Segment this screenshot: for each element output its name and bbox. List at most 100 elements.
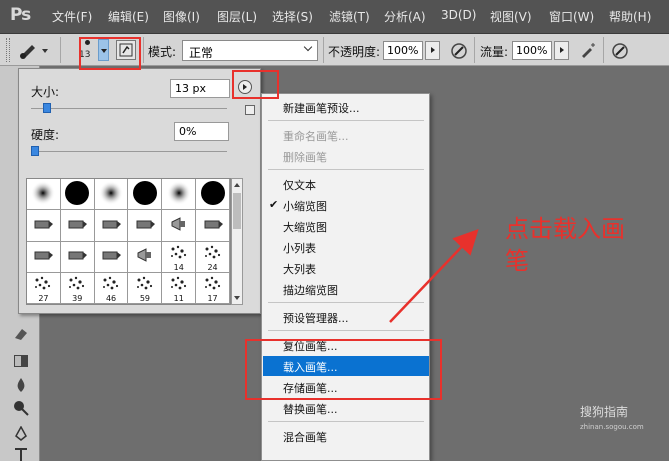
menu-item-6[interactable]: ✔ 小缩览图 [263, 195, 429, 215]
menu-item-label: 仅文本 [283, 179, 316, 192]
menu-item[interactable]: 视图(V) [490, 8, 532, 25]
menu-item-0[interactable]: 新建画笔预设... [263, 97, 429, 117]
menu-item[interactable]: 文件(F) [52, 8, 92, 25]
blur-tool-icon[interactable] [13, 377, 29, 393]
brush-size-label: 14 [173, 262, 184, 272]
airbrush-button[interactable] [577, 40, 599, 62]
flow-input[interactable]: 100% [512, 41, 552, 60]
pressure-size-button[interactable] [609, 40, 631, 62]
brush-thumbnail[interactable] [27, 241, 61, 273]
menu-item-5[interactable]: 仅文本 [263, 174, 429, 194]
pen-tool-icon[interactable] [13, 426, 29, 442]
menu-item[interactable]: 图像(I) [163, 8, 200, 25]
brush-size-label: 17 [207, 294, 218, 303]
highlight-load-brushes [245, 339, 442, 400]
separator [323, 37, 324, 63]
brush-thumbnail[interactable]: 14 [162, 241, 197, 273]
opacity-slider-button[interactable] [425, 41, 440, 60]
brush-thumbnail[interactable]: 39 [60, 272, 95, 304]
brush-thumbnail[interactable] [94, 210, 129, 242]
brush-thumbnail[interactable] [27, 210, 61, 242]
highlight-brush-picker [79, 37, 141, 70]
brush-thumbnail[interactable] [196, 179, 230, 211]
brush-size-label: 46 [105, 294, 117, 303]
menu-item-7[interactable]: 大缩览图 [263, 216, 429, 236]
menu-item[interactable]: 分析(A) [384, 8, 426, 25]
airbrush-icon [582, 43, 595, 58]
watermark: 搜狗指南 [580, 405, 629, 419]
tool-preset-picker[interactable] [18, 40, 52, 60]
type-tool-icon[interactable] [13, 447, 29, 461]
size-slider-knob[interactable] [42, 103, 51, 113]
brush-size-label: 59 [139, 294, 150, 303]
brush-thumbnail-grid: 14 24 27 39 46 59 11 17 [26, 178, 231, 305]
brush-thumbnail[interactable] [60, 179, 95, 211]
scroll-thumb[interactable] [233, 193, 241, 229]
brush-thumbnail[interactable]: 27 [27, 272, 61, 304]
brush-thumbnail[interactable] [196, 210, 230, 242]
menu-item[interactable]: 图层(L) [217, 8, 257, 25]
gradient-tool-icon[interactable] [13, 353, 29, 369]
opacity-input[interactable]: 100% [383, 41, 423, 60]
menu-item[interactable]: 选择(S) [272, 8, 313, 25]
eraser-tool-icon[interactable] [13, 326, 29, 342]
menu-item-label: 描边缩览图 [283, 284, 338, 297]
menu-item[interactable]: 编辑(E) [108, 8, 149, 25]
menu-separator [268, 120, 424, 121]
brush-thumbnail[interactable] [128, 210, 163, 242]
menu-item[interactable]: 窗口(W) [549, 8, 594, 25]
menu-item[interactable]: 滤镜(T) [329, 8, 370, 25]
hardness-slider-track[interactable] [31, 151, 227, 152]
separator [603, 37, 604, 63]
brush-size-label: 24 [207, 262, 218, 272]
brush-thumbnail[interactable] [60, 241, 95, 273]
pressure-opacity-button[interactable] [448, 40, 470, 62]
hardness-input[interactable]: 0% [174, 122, 229, 141]
brush-thumbnail[interactable] [162, 210, 197, 242]
menu-separator [268, 302, 424, 303]
brush-thumbnail[interactable] [128, 179, 163, 211]
scroll-down-arrow-icon[interactable] [234, 296, 240, 300]
menu-item-label: 小列表 [283, 242, 316, 255]
menu-item[interactable]: 3D(D) [441, 8, 476, 22]
brush-thumbnail[interactable] [94, 179, 129, 211]
size-slider-track[interactable] [31, 108, 227, 109]
flow-slider-button[interactable] [554, 41, 569, 60]
brush-thumbnail[interactable] [162, 179, 197, 211]
brush-thumbnail[interactable]: 59 [128, 272, 163, 304]
menu-item-19[interactable]: 混合画笔 [263, 426, 429, 446]
brush-thumbnail[interactable] [27, 179, 61, 211]
scroll-up-arrow-icon[interactable] [234, 183, 240, 187]
menu-item-10[interactable]: 描边缩览图 [263, 279, 429, 299]
brush-thumbnail[interactable]: 46 [94, 272, 129, 304]
brush-thumbnail[interactable]: 24 [196, 241, 230, 273]
brush-thumbnail[interactable] [94, 241, 129, 273]
mode-label: 模式: [148, 45, 177, 59]
menu-item[interactable]: 帮助(H) [609, 8, 651, 25]
menu-item-12[interactable]: 预设管理器... [263, 307, 429, 327]
brush-thumbnail[interactable]: 17 [196, 272, 230, 304]
options-grip[interactable] [6, 38, 10, 62]
annotation-line2: 笔 [505, 247, 529, 275]
menu-item-3: 删除画笔 [263, 146, 429, 166]
new-preset-icon[interactable] [245, 105, 255, 115]
brush-preset-panel: 大小: 13 px 硬度: 0% 14 24 27 39 46 59 11 17 [18, 68, 261, 314]
watermark-url: zhinan.sogou.com [580, 423, 644, 431]
brush-thumbnail[interactable] [128, 241, 163, 273]
chevron-down-icon [303, 42, 313, 52]
pen-pressure-icon [451, 43, 467, 59]
mode-value: 正常 [189, 46, 214, 60]
brush-thumbnail[interactable] [60, 210, 95, 242]
brush-thumbnail[interactable]: 11 [162, 272, 197, 304]
thumbnail-scrollbar[interactable] [231, 178, 243, 305]
menu-item-label: 新建画笔预设... [283, 102, 360, 115]
mode-select[interactable]: 正常 [182, 40, 318, 61]
dodge-tool-icon[interactable] [13, 400, 29, 416]
hardness-slider-knob[interactable] [31, 146, 39, 156]
separator [474, 37, 475, 63]
menu-item-8[interactable]: 小列表 [263, 237, 429, 257]
menu-item-9[interactable]: 大列表 [263, 258, 429, 278]
menu-bar: Ps 文件(F) 编辑(E) 图像(I) 图层(L) 选择(S) 滤镜(T) 分析(A) 3D… [0, 0, 669, 34]
menu-item-17[interactable]: 替换画笔... [263, 398, 429, 418]
size-input[interactable]: 13 px [170, 79, 230, 98]
